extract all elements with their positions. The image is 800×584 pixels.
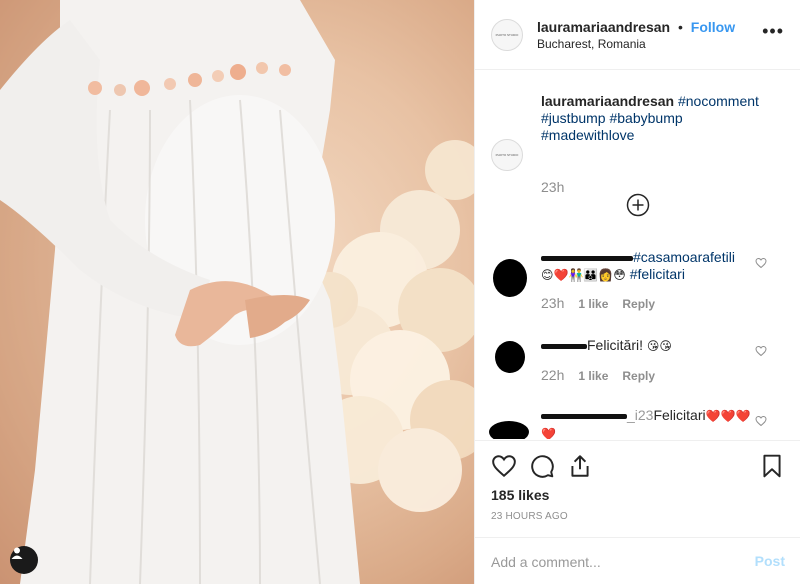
redacted-avatar (493, 259, 527, 297)
comment-text: #casamoarafetili 😊❤️👫👪👩😳 #felicitari (541, 249, 751, 284)
comment-body: Felicitări! (587, 337, 644, 353)
reply-button[interactable]: Reply (622, 297, 655, 311)
avatar-text: PHOTO STUDIO (495, 153, 519, 157)
bookmark-icon[interactable] (759, 453, 785, 479)
comments-list[interactable]: PHOTO STUDIO lauramariaandresan #nocomme… (475, 71, 800, 439)
caption-avatar[interactable]: PHOTO STUDIO (491, 139, 523, 171)
comment-time[interactable]: 23h (541, 295, 564, 311)
comment-meta: 23h 1 like Reply (541, 295, 655, 311)
comment-likes[interactable]: 1 like (578, 297, 608, 311)
hashtag-link[interactable]: #justbump (541, 110, 606, 126)
comment-body: Felicitari (653, 407, 706, 423)
post-location[interactable]: Bucharest, Romania (537, 37, 735, 51)
user-tag-button[interactable] (10, 546, 38, 574)
redacted-avatar (489, 421, 529, 439)
emoji-text: 😘😘 (646, 339, 672, 353)
comment-icon[interactable] (529, 453, 555, 479)
emoji-text: ❤️ (541, 427, 556, 439)
comment-input[interactable] (491, 550, 731, 574)
separator-dot: • (677, 18, 683, 35)
post-actions: 185 likes 23 HOURS AGO Post (475, 440, 800, 584)
comment-item: #casamoarafetili 😊❤️👫👪👩😳 #felicitari 23h… (491, 249, 781, 319)
heart-icon[interactable] (755, 415, 767, 427)
heart-icon[interactable] (755, 257, 767, 269)
redacted-fragment: _i23 (627, 407, 654, 423)
likes-count[interactable]: 185 likes (491, 487, 549, 503)
heart-icon[interactable] (491, 453, 517, 479)
add-comment-bar: Post (475, 537, 800, 584)
emoji-text: ❤️❤️❤️ (705, 409, 751, 423)
maternity-photo-illustration (0, 0, 474, 584)
posted-time[interactable]: 23 HOURS AGO (491, 511, 568, 522)
more-options-button[interactable]: ••• (762, 22, 784, 40)
post-details-panel: PHOTO STUDIO lauramariaandresan • Follow… (474, 0, 800, 584)
heart-icon[interactable] (755, 345, 767, 357)
post-header: PHOTO STUDIO lauramariaandresan • Follow… (475, 0, 800, 70)
comment-item: _i23Felicitari❤️❤️❤️ ❤️ (489, 407, 781, 439)
comment-text: Felicitări! 😘😘 (541, 337, 751, 355)
avatar-text: PHOTO STUDIO (495, 32, 519, 37)
hashtag-link[interactable]: #babybump (609, 110, 682, 126)
comment-meta: 22h 1 like Reply (541, 367, 655, 383)
comment-likes[interactable]: 1 like (578, 369, 608, 383)
reply-button[interactable]: Reply (622, 369, 655, 383)
hashtag-link[interactable]: #casamoarafetili (633, 249, 735, 265)
action-icons (491, 453, 785, 479)
hashtag-link[interactable]: #felicitari (630, 266, 685, 282)
caption-username[interactable]: lauramariaandresan (541, 93, 674, 109)
comment-text: _i23Felicitari❤️❤️❤️ ❤️ (541, 407, 751, 439)
author-username[interactable]: lauramariaandresan (537, 19, 670, 35)
caption-text: lauramariaandresan #nocomment #justbump … (541, 93, 761, 144)
header-text: lauramariaandresan • Follow Bucharest, R… (537, 19, 735, 51)
caption-time[interactable]: 23h (541, 179, 564, 195)
post-photo[interactable] (0, 0, 474, 584)
emoji-text: 😊❤️👫👪👩😳 (541, 268, 626, 282)
hashtag-link[interactable]: #nocomment (678, 93, 759, 109)
comment-time[interactable]: 22h (541, 367, 564, 383)
redacted-avatar (495, 341, 525, 373)
author-avatar[interactable]: PHOTO STUDIO (491, 18, 523, 51)
post-comment-button[interactable]: Post (755, 553, 785, 569)
plus-circle-icon[interactable] (626, 193, 650, 217)
comment-item: Felicitări! 😘😘 22h 1 like Reply (491, 337, 781, 393)
hashtag-link[interactable]: #madewithlove (541, 127, 634, 143)
share-icon[interactable] (567, 453, 593, 479)
follow-button[interactable]: Follow (691, 19, 735, 35)
person-icon (11, 547, 23, 559)
